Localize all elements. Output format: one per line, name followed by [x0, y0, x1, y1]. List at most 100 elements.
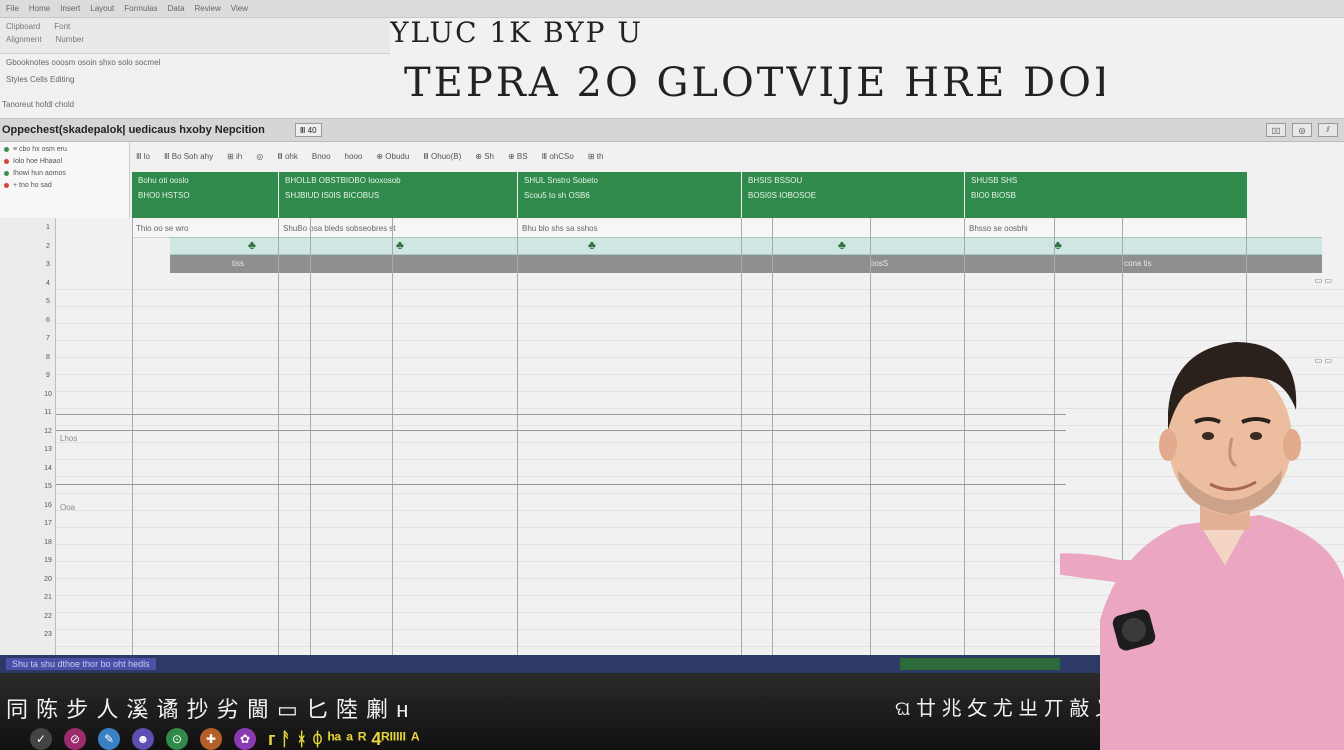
toolbar-item[interactable]: Ⅲ Bo Soh ahy [164, 152, 213, 161]
row-number[interactable]: 11 [40, 409, 56, 416]
row-number[interactable]: 9 [40, 372, 56, 379]
row-number[interactable]: 5 [40, 298, 56, 305]
column-header[interactable]: SHUL Snstro Sobeto Scou5 to sh OSB6 [518, 172, 741, 218]
info-line-2: Styles Cells Editing [6, 75, 75, 84]
target-icon: ⊙ [166, 728, 188, 750]
row-number[interactable]: 20 [40, 576, 56, 583]
toolbar-item[interactable]: ⊕ Sh [475, 152, 494, 161]
nav-row[interactable]: Ihowi hun aomos [4, 170, 125, 177]
sticker-text: ᴦ ᚨ ᚼ ᛰ ʰᵃ ᵃ ᴿ 4ᴿᴵᴵᴵᴵᴵ ᴬ [268, 728, 420, 749]
settings-button[interactable]: ◎ [1292, 123, 1312, 137]
toolbar-item[interactable]: ⊕ Obudu [376, 152, 409, 161]
column-header-line: SHUSB SHS [971, 176, 1018, 185]
row-number[interactable]: 21 [40, 594, 56, 601]
row-number[interactable]: 7 [40, 335, 56, 342]
menu-item-insert[interactable]: Insert [60, 4, 80, 13]
column-header-line: Scou5 to sh OSB6 [524, 191, 590, 200]
toolbar-item[interactable]: ⊞ th [588, 152, 604, 161]
row-number[interactable]: 13 [40, 446, 56, 453]
eye [1202, 432, 1214, 440]
nav-row[interactable]: + tno ho sad [4, 182, 125, 189]
column-header-line: BHO0 HSTSO [138, 191, 190, 200]
window-controls: ▯▯ ◎ ⫽ [1266, 123, 1338, 137]
menu-item-layout[interactable]: Layout [90, 4, 114, 13]
menu-item-data[interactable]: Data [168, 4, 185, 13]
summary-label: oosS [870, 259, 889, 268]
menu-item-view[interactable]: View [231, 4, 248, 13]
info-line-1: Gbooknotes ooosm osoin shxo solo socmel [6, 58, 161, 67]
row-number[interactable]: 2 [40, 243, 56, 250]
pencil-icon: ✎ [98, 728, 120, 750]
ribbon-group-number[interactable]: Number [56, 35, 84, 44]
restore-button[interactable]: ▯▯ [1266, 123, 1286, 137]
subheader-cell[interactable]: Thio oo se wro [132, 220, 278, 238]
presenter-image [1060, 342, 1344, 750]
column-divider [517, 218, 518, 655]
toolbar-item[interactable]: Ⅲ ohk [277, 152, 298, 161]
row-number[interactable]: 17 [40, 520, 56, 527]
toolbar-item[interactable]: ◎ [256, 152, 263, 161]
column-header[interactable]: BHSIS BSSOU BOSI0S IOBOSOE [742, 172, 964, 218]
toolbar-item[interactable]: Ⅲ Ohuo(B) [423, 152, 461, 161]
toolbar-item[interactable]: hooo [345, 152, 363, 161]
toolbar-item[interactable]: ⊞ ih [227, 152, 242, 161]
toolbar-item[interactable]: ⊕ BS [508, 152, 528, 161]
column-divider [1054, 218, 1055, 655]
summary-label: cona tis [1124, 259, 1152, 268]
column-divider [278, 218, 279, 655]
active-tab-chip[interactable] [900, 658, 1060, 670]
row-number[interactable]: 23 [40, 631, 56, 638]
toolbar-item[interactable]: Ⅲ lo [136, 152, 150, 161]
column-header[interactable]: BHOLLB OBSTBIOBO Iooxosob SHJBIUD IS0IS … [279, 172, 517, 218]
view-toggle-button[interactable]: Ⅲ 40 [294, 123, 322, 137]
ear [1159, 429, 1177, 461]
column-header[interactable]: SHUSB SHS BIO0 BIOSB [965, 172, 1247, 218]
flower-icon: ✿ [234, 728, 256, 750]
row-number[interactable]: 4 [40, 280, 56, 287]
column-header-line: BHSIS BSSOU [748, 176, 803, 185]
menu-item-formulas[interactable]: Formulas [124, 4, 157, 13]
summary-row[interactable]: tiss oosS cona tis [170, 255, 1322, 273]
row-number[interactable]: 15 [40, 483, 56, 490]
subheader-cell[interactable]: Bhsso se oosbhi [965, 220, 1247, 238]
tree-icon: ♣ [588, 238, 596, 252]
document-bar: Oppechest(skadepalok| uedicaus hxoby Nep… [0, 118, 1344, 142]
menu-item-file[interactable]: File [6, 4, 19, 13]
cell-text: Lhos [60, 434, 78, 443]
ban-icon: ⊘ [64, 728, 86, 750]
column-divider [132, 218, 133, 655]
scroll-marker[interactable]: ▭ ▭ [1315, 276, 1332, 285]
ribbon-group-clipboard[interactable]: Clipboard [6, 22, 40, 31]
row-number[interactable]: 18 [40, 539, 56, 546]
column-header-line: SHJBIUD IS0IS BICOBUS [285, 191, 380, 200]
toolbar-item[interactable]: Ⅲ ohCSo [542, 152, 574, 161]
row-number[interactable]: 19 [40, 557, 56, 564]
ribbon-group-font[interactable]: Font [54, 22, 70, 31]
menu-item-review[interactable]: Review [195, 4, 221, 13]
row-number[interactable]: 16 [40, 502, 56, 509]
row-number[interactable]: 6 [40, 317, 56, 324]
sheet-tab[interactable]: Shu ta shu dthoe thor bo oht hedls [6, 658, 156, 670]
column-divider [741, 218, 742, 655]
menu-item-home[interactable]: Home [29, 4, 50, 13]
row-number[interactable]: 1 [40, 224, 56, 231]
toolbar-item[interactable]: Bnoo [312, 152, 331, 161]
status-dot [4, 171, 9, 176]
nav-row[interactable]: ≡ cbo hx osm eru [4, 146, 125, 153]
ribbon-group-alignment[interactable]: Alignment [6, 35, 42, 44]
row-number[interactable]: 12 [40, 428, 56, 435]
row-number[interactable]: 10 [40, 391, 56, 398]
row-number[interactable]: 22 [40, 613, 56, 620]
nav-row[interactable]: Iolo hoe Hhaaol [4, 158, 125, 165]
expand-button[interactable]: ⫽ [1318, 123, 1338, 137]
row-number[interactable]: 14 [40, 465, 56, 472]
highlight-row[interactable] [170, 237, 1322, 255]
row-number[interactable]: 3 [40, 261, 56, 268]
subheader-cell[interactable]: ShuBo osa bleds sobseobres st [279, 220, 517, 238]
sticker-row: ✓ ⊘ ✎ ☻ ⊙ ✚ ✿ ᴦ ᚨ ᚼ ᛰ ʰᵃ ᵃ ᴿ 4ᴿᴵᴵᴵᴵᴵ ᴬ [30, 728, 420, 750]
row-number[interactable]: 8 [40, 354, 56, 361]
caption-text-left: 同 陈 步 人 溪 谲 抄 劣 閫 ▭ 匕 陸 劆 н [6, 697, 410, 722]
smiley-icon: ☻ [132, 728, 154, 750]
column-header[interactable]: Bohu oti ooslo BHO0 HSTSO [132, 172, 278, 218]
column-header-line: BIO0 BIOSB [971, 191, 1016, 200]
